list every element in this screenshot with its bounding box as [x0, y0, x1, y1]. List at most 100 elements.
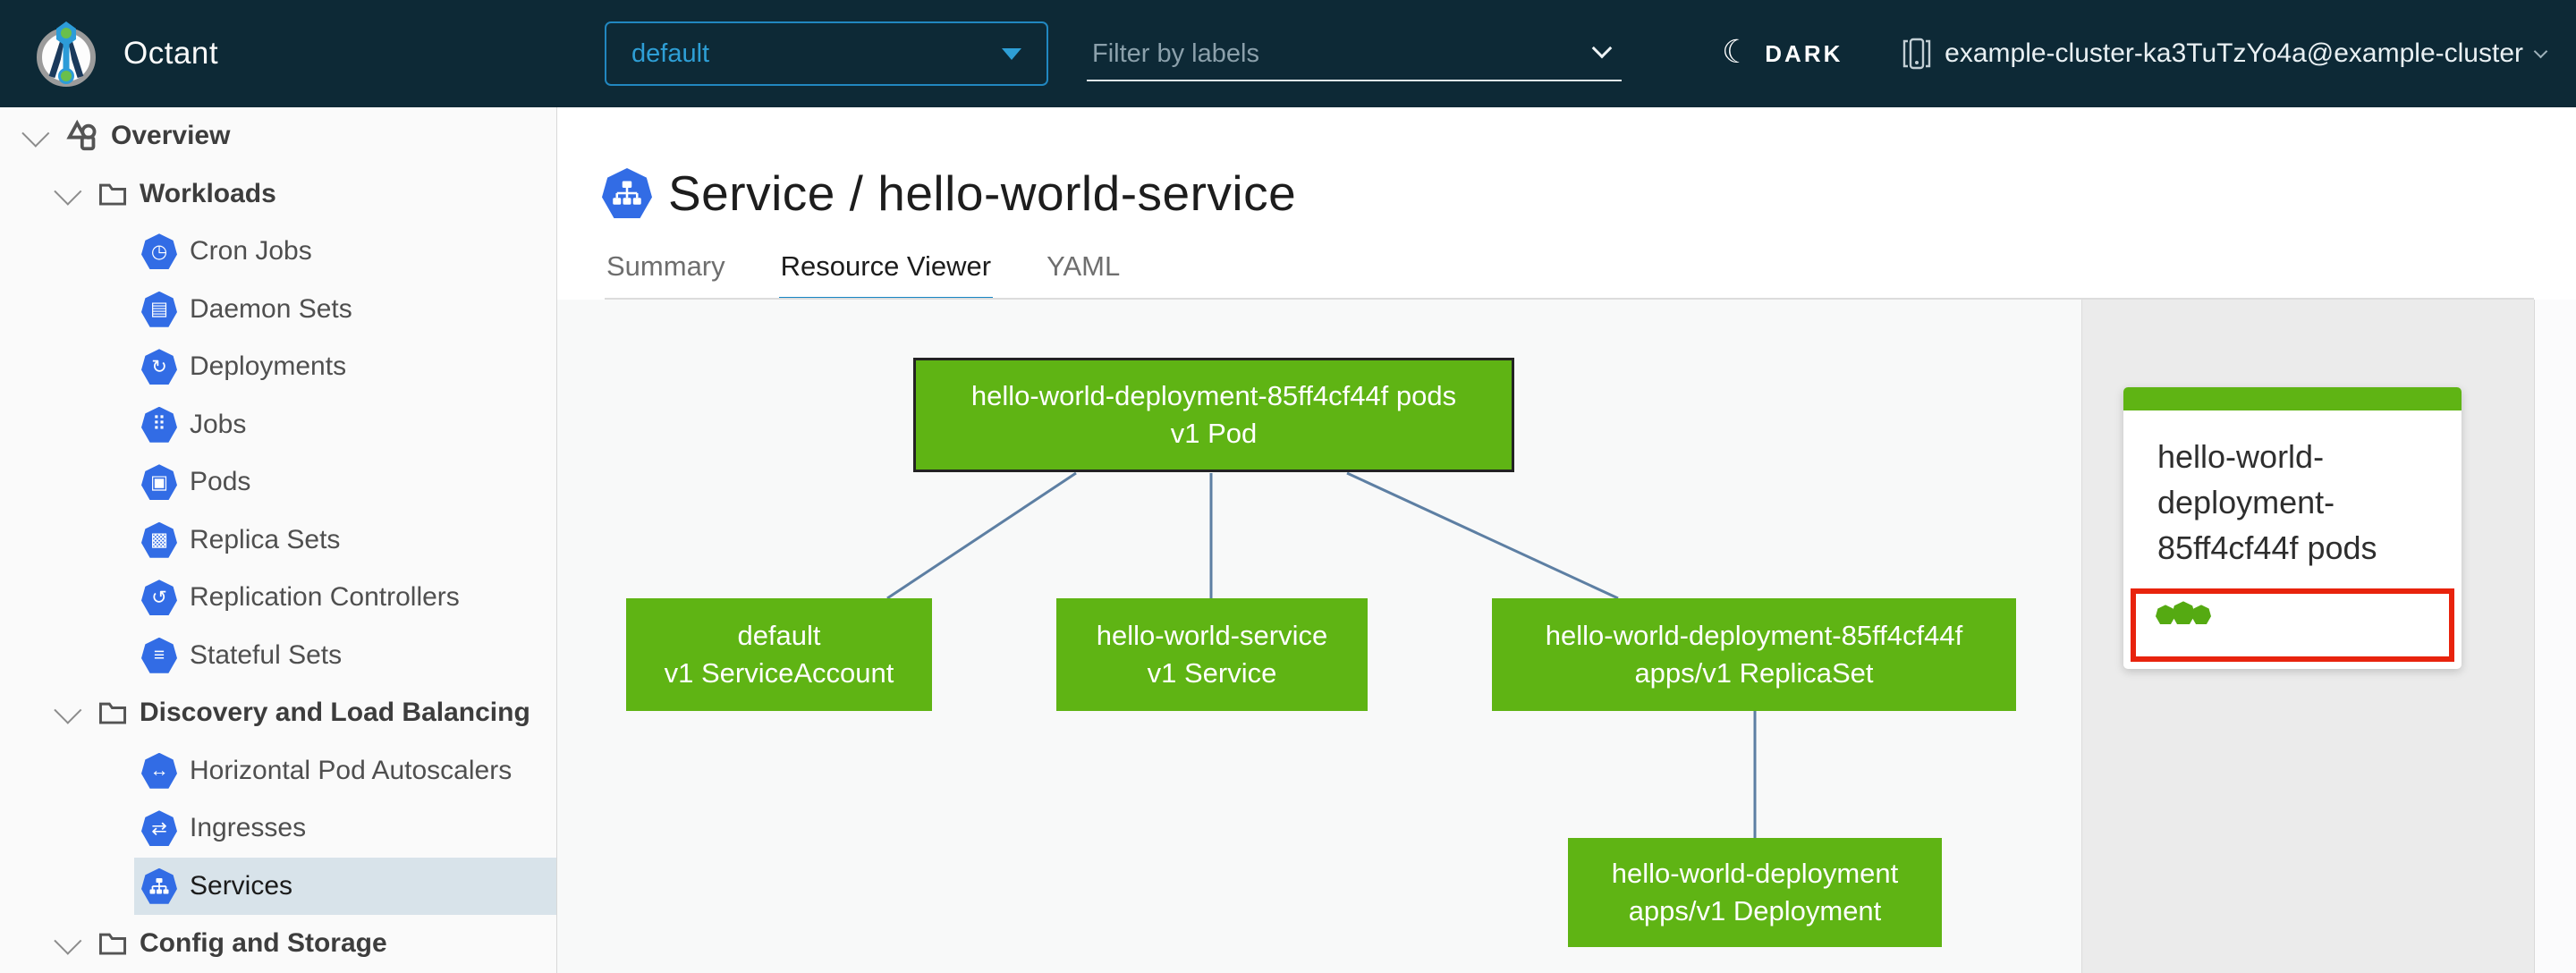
label-filter — [1087, 21, 1622, 86]
service-icon — [602, 168, 652, 218]
namespace-dropdown[interactable]: default — [605, 21, 1048, 86]
sidebar-item-replica-sets[interactable]: ▩ Replica Sets — [0, 512, 556, 570]
ingresses-icon: ⇄ — [141, 810, 177, 847]
sidebar-group-workloads[interactable]: Workloads — [0, 165, 556, 224]
node-name: hello-world-service — [1096, 620, 1328, 652]
sidebar-item-label: Replica Sets — [190, 524, 341, 554]
node-name: hello-world-deployment-85ff4cf44f — [1545, 620, 1963, 652]
pods-icon: ▣ — [141, 464, 177, 501]
sidebar-group-config-and-storage[interactable]: Config and Storage — [0, 915, 556, 973]
graph-edge — [1346, 471, 1619, 600]
sidebar-item-cron-jobs[interactable]: ◷ Cron Jobs — [0, 223, 556, 281]
sidebar-item-jobs[interactable]: ⠿ Jobs — [0, 396, 556, 454]
dark-theme-toggle[interactable]: ☾ DARK — [1722, 0, 1843, 107]
sidebar-item-services[interactable]: Services — [0, 857, 556, 915]
cron-jobs-icon: ◷ — [141, 233, 177, 270]
octant-app: Octant default ☾ DARK example-cluster-ka… — [0, 0, 2576, 973]
sidebar-item-label: Stateful Sets — [190, 639, 343, 670]
app-title: Octant — [123, 36, 219, 71]
filter-underline — [1087, 80, 1622, 81]
node-kind: v1 ServiceAccount — [664, 657, 894, 689]
chevron-down-icon[interactable] — [21, 119, 50, 148]
sidebar-item-label: Deployments — [190, 351, 347, 382]
sidebar-item-label: Overview — [111, 121, 231, 151]
detail-side-panel: hello-world-deployment-85ff4cf44f pods — [2081, 300, 2534, 973]
sidebar-item-label: Services — [190, 870, 293, 901]
page-header: Service / hello-world-service — [602, 165, 1296, 222]
sidebar-item-daemon-sets[interactable]: ▤ Daemon Sets — [0, 281, 556, 339]
node-kind: apps/v1 Deployment — [1628, 895, 1882, 926]
replica-sets-icon: ▩ — [141, 521, 177, 558]
sidebar-item-deployments[interactable]: ↻ Deployments — [0, 338, 556, 396]
chevron-down-icon[interactable] — [54, 926, 82, 955]
folder-icon — [98, 182, 127, 207]
sidebar-item-ingresses[interactable]: ⇄ Ingresses — [0, 800, 556, 858]
folder-icon — [98, 931, 127, 956]
sidebar-item-label: Jobs — [190, 409, 247, 439]
chevron-down-icon[interactable] — [54, 696, 82, 724]
graph-node-replicaset[interactable]: hello-world-deployment-85ff4cf44f apps/v… — [1492, 598, 2016, 711]
sidebar-item-replication-controllers[interactable]: ↺ Replication Controllers — [0, 569, 556, 627]
chevron-down-icon — [2533, 44, 2548, 58]
sidebar-item-label: Discovery and Load Balancing — [140, 698, 530, 728]
node-kind: apps/v1 ReplicaSet — [1634, 657, 1874, 689]
dark-label: DARK — [1765, 39, 1843, 67]
sidebar-item-pods[interactable]: ▣ Pods — [0, 453, 556, 512]
sidebar-item-label: Ingresses — [190, 813, 307, 843]
node-name: hello-world-deployment-85ff4cf44f pods — [970, 380, 1457, 412]
moon-icon: ☾ — [1722, 33, 1751, 70]
services-icon — [141, 867, 177, 904]
sidebar-item-label: Replication Controllers — [190, 582, 460, 613]
stateful-sets-icon: ≡ — [141, 637, 177, 673]
graph-node-service[interactable]: hello-world-service v1 Service — [1056, 598, 1368, 711]
brand: Octant — [32, 0, 218, 107]
pod-ok-icon — [2191, 605, 2211, 625]
card-title: hello-world-deployment-85ff4cf44f pods — [2157, 438, 2377, 567]
tab-summary[interactable]: Summary — [605, 250, 727, 302]
folder-icon — [98, 700, 127, 725]
node-kind: v1 Pod — [1170, 418, 1258, 449]
scroll-gutter[interactable] — [2534, 300, 2576, 973]
cluster-name: example-cluster-ka3TuTzYo4a@example-clus… — [1945, 38, 2523, 68]
sidebar-item-label: Cron Jobs — [190, 236, 312, 267]
namespace-value: default — [631, 38, 710, 68]
sidebar-group-discovery-and-load-balancing[interactable]: Discovery and Load Balancing — [0, 684, 556, 742]
sidebar-item-label: Horizontal Pod Autoscalers — [190, 755, 513, 785]
node-name: hello-world-deployment — [1611, 858, 1899, 890]
node-name: default — [737, 620, 821, 652]
chevron-down-icon[interactable] — [54, 177, 82, 206]
cluster-icon — [1902, 38, 1931, 70]
resource-graph-canvas[interactable]: hello-world-deployment-85ff4cf44f pods v… — [557, 300, 2081, 973]
sidebar-item-horizontal-pod-autoscalers[interactable]: ↔ Horizontal Pod Autoscalers — [0, 742, 556, 800]
sidebar-item-label: Daemon Sets — [190, 293, 352, 324]
graph-node-deployment[interactable]: hello-world-deployment apps/v1 Deploymen… — [1568, 838, 1942, 947]
cluster-context-selector[interactable]: example-cluster-ka3TuTzYo4a@example-clus… — [1902, 0, 2548, 107]
sidebar-item-label: Pods — [190, 467, 251, 497]
dropdown-caret-icon — [1002, 47, 1021, 60]
sidebar-item-stateful-sets[interactable]: ≡ Stateful Sets — [0, 627, 556, 685]
tab-bar: Summary Resource Viewer YAML — [605, 250, 1122, 302]
page-title: Service / hello-world-service — [668, 165, 1297, 221]
replication-controllers-icon: ↺ — [141, 580, 177, 616]
filter-by-labels-input[interactable] — [1087, 21, 1622, 86]
selected-resource-card[interactable]: hello-world-deployment-85ff4cf44f pods — [2123, 387, 2462, 670]
octant-logo-icon — [37, 21, 96, 87]
deployments-icon: ↻ — [141, 349, 177, 385]
daemon-sets-icon: ▤ — [141, 291, 177, 327]
card-status-bar — [2123, 387, 2462, 410]
sidebar-item-overview[interactable]: Overview — [0, 107, 556, 165]
tab-yaml[interactable]: YAML — [1045, 250, 1122, 302]
sidebar-item-label: Workloads — [140, 178, 276, 208]
sidebar-item-label: Config and Storage — [140, 928, 387, 959]
main-content: Service / hello-world-service Summary Re… — [557, 107, 2576, 973]
graph-node-pod[interactable]: hello-world-deployment-85ff4cf44f pods v… — [913, 358, 1514, 472]
pod-ok-icon — [2172, 601, 2195, 625]
overview-icon — [64, 119, 98, 153]
sidebar-navigation: Overview Workloads ◷ Cron Jobs ▤ Daemon … — [0, 107, 557, 973]
jobs-icon: ⠿ — [141, 406, 177, 443]
pod-status-highlight[interactable] — [2131, 588, 2454, 663]
graph-node-serviceaccount[interactable]: default v1 ServiceAccount — [626, 598, 932, 711]
tab-resource-viewer[interactable]: Resource Viewer — [778, 250, 994, 302]
node-kind: v1 Service — [1147, 657, 1277, 689]
graph-edge — [886, 471, 1077, 600]
